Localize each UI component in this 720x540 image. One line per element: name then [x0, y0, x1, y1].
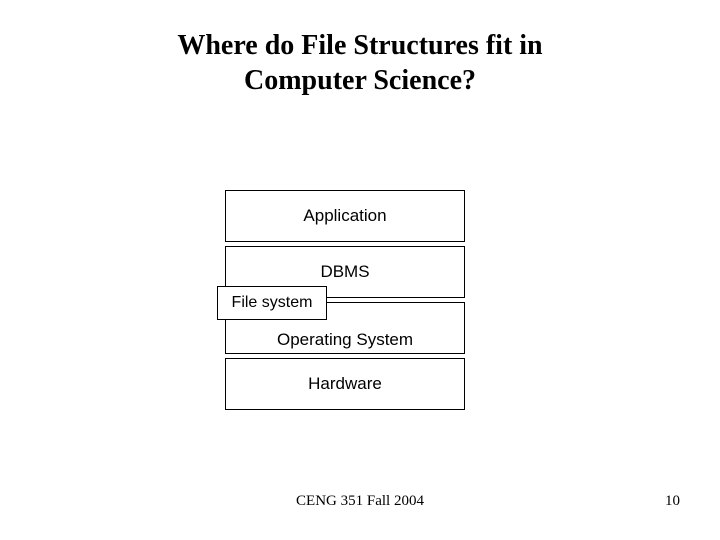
footer-course: CENG 351 Fall 2004 — [0, 493, 720, 510]
layer-file-system-label: File system — [232, 294, 313, 312]
layer-diagram: Application DBMS Operating System File s… — [225, 190, 465, 414]
layer-dbms-label: DBMS — [320, 262, 369, 282]
slide-title: Where do File Structures fit in Computer… — [0, 28, 720, 98]
layer-os-container: Operating System File system — [225, 302, 465, 354]
layer-file-system: File system — [217, 286, 327, 320]
layer-application: Application — [225, 190, 465, 242]
layer-hardware-label: Hardware — [308, 374, 382, 394]
layer-application-label: Application — [303, 206, 386, 226]
layer-operating-system-label: Operating System — [225, 330, 465, 350]
page-number: 10 — [665, 493, 680, 510]
layer-hardware: Hardware — [225, 358, 465, 410]
title-line-2: Computer Science? — [244, 65, 476, 96]
title-line-1: Where do File Structures fit in — [177, 30, 542, 61]
